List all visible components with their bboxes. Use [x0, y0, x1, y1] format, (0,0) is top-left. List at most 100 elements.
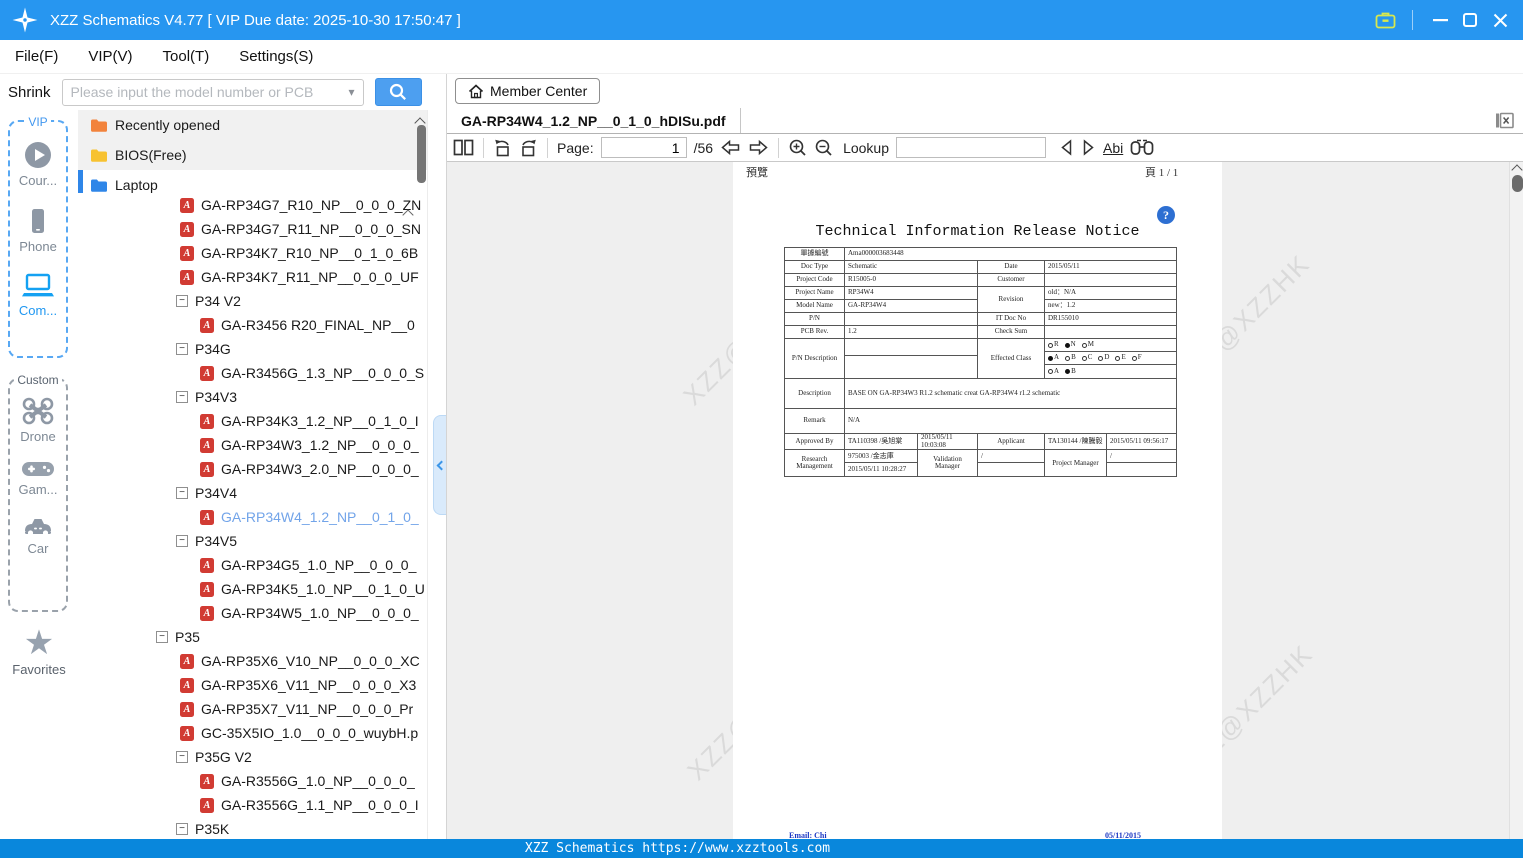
radio-option: B [1065, 353, 1076, 362]
rail-item-car[interactable]: Car [10, 512, 66, 556]
tree-item-pdf[interactable]: A GC-35X5IO_1.0__0_0_0_wuybH.p [78, 721, 427, 745]
lookup-input[interactable] [896, 137, 1046, 158]
tree-item-pdf[interactable]: A GA-RP34W4_1.2_NP__0_1_0_ [78, 505, 427, 529]
tree-item-label: P34G [195, 341, 231, 357]
tree-item-pdf[interactable]: A GA-RP34W3_2.0_NP__0_0_0_ [78, 457, 427, 481]
minimize-button[interactable] [1425, 5, 1455, 35]
radio-unselected-icon [1098, 355, 1104, 361]
tree-item-folder[interactable]: BIOS(Free) [78, 140, 427, 170]
tree-scrollbar-thumb[interactable] [417, 125, 426, 183]
collapse-minus-icon[interactable] [176, 391, 188, 403]
viewer-scroll-up-icon[interactable] [1511, 164, 1523, 176]
tree-item-pdf[interactable]: A GA-RP34G5_1.0_NP__0_0_0_ [78, 553, 427, 577]
custom-group: Custom Drone Gam... Car [8, 373, 68, 612]
radio-option: N [1064, 340, 1076, 349]
rail-item-course[interactable]: Cour... [10, 140, 66, 188]
tree-item-group[interactable]: P35G V2 [78, 745, 427, 769]
collapse-minus-icon[interactable] [176, 487, 188, 499]
tree-item-pdf[interactable]: A GA-RP34W5_1.0_NP__0_0_0_ [78, 601, 427, 625]
help-icon[interactable]: ? [1157, 206, 1175, 224]
rail-item-drone[interactable]: Drone [10, 396, 66, 444]
maximize-button[interactable] [1455, 5, 1485, 35]
collapse-minus-icon[interactable] [176, 535, 188, 547]
collapse-minus-icon[interactable] [176, 751, 188, 763]
rotate-right-icon[interactable] [519, 138, 538, 157]
collapse-minus-icon[interactable] [176, 343, 188, 355]
status-bar: XZZ Schematics https://www.xzztools.com [0, 839, 1523, 858]
zoom-out-icon[interactable] [814, 138, 833, 157]
tree-item-group[interactable]: P34V4 [78, 481, 427, 505]
shrink-button[interactable]: Shrink [8, 84, 51, 101]
match-case-toggle[interactable]: Abi [1103, 140, 1123, 156]
tree-item-pdf[interactable]: A GA-R3456G_1.3_NP__0_0_0_S [78, 361, 427, 385]
binoculars-icon[interactable] [1130, 139, 1154, 156]
zoom-in-icon[interactable] [788, 138, 807, 157]
model-search-combobox[interactable]: ▾ [61, 78, 364, 106]
menu-settings[interactable]: Settings(S) [224, 48, 328, 65]
panel-splitter[interactable] [427, 110, 447, 840]
two-page-view-icon[interactable] [453, 139, 474, 156]
tree-item-pdf[interactable]: A GA-RP34G7_R11_NP__0_0_0_SN [78, 217, 427, 241]
rail-item-phone[interactable]: Phone [10, 206, 66, 254]
chevron-down-icon[interactable]: ▾ [341, 85, 363, 99]
menu-tool[interactable]: Tool(T) [148, 48, 225, 65]
tree-item-pdf[interactable]: A GA-RP34K3_1.2_NP__0_1_0_I [78, 409, 427, 433]
tree-item-group[interactable]: P34V5 [78, 529, 427, 553]
tree-item-pdf[interactable]: A GA-RP34G7_R10_NP__0_0_0_ZN [78, 193, 427, 217]
previous-page-icon[interactable] [720, 139, 741, 156]
collapse-minus-icon[interactable] [176, 823, 188, 835]
collapse-minus-icon[interactable] [176, 295, 188, 307]
tree-item-label: GA-RP34K7_R11_NP__0_0_0_UF [201, 269, 419, 285]
tree-item-group[interactable]: P34V3 [78, 385, 427, 409]
menu-vip[interactable]: VIP(V) [73, 48, 147, 65]
collapse-panel-handle[interactable] [433, 415, 447, 515]
tree-item-pdf[interactable]: A GA-RP34K5_1.0_NP__0_1_0_U [78, 577, 427, 601]
close-document-icon[interactable] [1495, 112, 1514, 134]
tree-item-pdf[interactable]: A GA-RP35X6_V11_NP__0_0_0_X3 [78, 673, 427, 697]
tree-item-label: P35G V2 [195, 749, 252, 765]
rail-item-game[interactable]: Gam... [10, 459, 66, 497]
document-tab[interactable]: GA-RP34W4_1.2_NP__0_1_0_hDISu.pdf [447, 108, 741, 133]
tree-item-pdf[interactable]: A GA-R3556G_1.1_NP__0_0_0_I [78, 793, 427, 817]
tree-item-group[interactable]: P34 V2 [78, 289, 427, 313]
pdf-file-icon: A [180, 701, 194, 717]
tree-item-folder[interactable]: Recently opened [78, 110, 427, 140]
viewer-scrollbar[interactable] [1509, 162, 1523, 840]
tree-item-label: GA-RP34W4_1.2_NP__0_1_0_ [221, 509, 419, 525]
tree-item-pdf[interactable]: A GA-RP35X6_V10_NP__0_0_0_XC [78, 649, 427, 673]
tree-item-group[interactable]: P35K [78, 817, 427, 840]
find-previous-icon[interactable] [1059, 139, 1074, 156]
rail-item-favorites[interactable]: ★ Favorites [0, 626, 78, 677]
subtree-scroll-up-icon[interactable] [402, 206, 414, 224]
page-number-input[interactable] [600, 137, 687, 158]
tree-item-pdf[interactable]: A GA-RP34K7_R10_NP__0_1_0_6B [78, 241, 427, 265]
radio-option: C [1081, 353, 1092, 362]
home-icon [468, 83, 484, 98]
rail-item-computer[interactable]: Com... [10, 272, 66, 318]
phone-icon [32, 209, 44, 233]
viewer-scrollbar-thumb[interactable] [1512, 175, 1523, 192]
tree-item-group[interactable]: P34G [78, 337, 427, 361]
search-input[interactable] [62, 84, 341, 100]
tree-item-pdf[interactable]: A GA-RP34K7_R11_NP__0_0_0_UF [78, 265, 427, 289]
lookup-label: Lookup [843, 139, 889, 156]
pdf-viewer[interactable]: XZZ@XZZHK XZZ@XZZHK XZZ@XZZHK XZZ@XZZHK … [447, 162, 1523, 840]
pdf-file-icon: A [200, 365, 214, 381]
license-icon[interactable] [1370, 5, 1400, 35]
tree-item-pdf[interactable]: A GA-R3456 R20_FINAL_NP__0 [78, 313, 427, 337]
tree-item-group[interactable]: P35 [78, 625, 427, 649]
tree-item-pdf[interactable]: A GA-R3556G_1.0_NP__0_0_0_ [78, 769, 427, 793]
find-next-icon[interactable] [1081, 139, 1096, 156]
next-page-icon[interactable] [748, 139, 769, 156]
drone-icon [22, 397, 54, 425]
search-icon [389, 83, 407, 100]
tree-item-pdf[interactable]: A GA-RP34W3_1.2_NP__0_0_0_ [78, 433, 427, 457]
close-button[interactable] [1485, 5, 1515, 35]
rotate-left-icon[interactable] [493, 138, 512, 157]
member-center-button[interactable]: Member Center [455, 78, 601, 104]
radio-unselected-icon [1081, 342, 1087, 348]
collapse-minus-icon[interactable] [156, 631, 168, 643]
menu-file[interactable]: File(F) [0, 48, 73, 65]
tree-item-pdf[interactable]: A GA-RP35X7_V11_NP__0_0_0_Pr [78, 697, 427, 721]
search-button[interactable] [374, 78, 422, 106]
